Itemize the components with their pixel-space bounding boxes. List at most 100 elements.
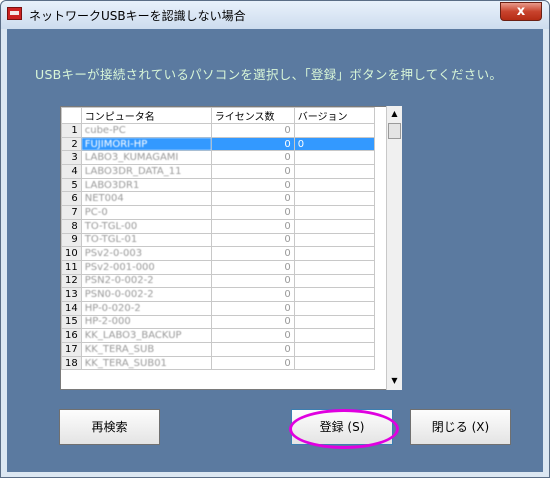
computer-name-cell[interactable]: KK_TERA_SUB [80, 342, 212, 357]
table-row[interactable]: 12 PSN2-0-002-2 0 [61, 273, 375, 289]
scroll-thumb[interactable] [388, 123, 401, 139]
table-row[interactable]: 4 LABO3DR_DATA_11 0 [61, 164, 375, 179]
license-count-cell[interactable]: 0 [210, 218, 295, 234]
close-button[interactable]: 閉じる (X) [410, 409, 511, 445]
computer-name-cell[interactable]: PC-0 [80, 205, 212, 220]
computer-name-cell[interactable]: TO-TGL-01 [80, 232, 212, 248]
computer-name-cell[interactable]: HP-2-000 [80, 314, 212, 330]
row-number[interactable]: 15 [61, 314, 82, 330]
row-number[interactable]: 3 [61, 150, 82, 166]
table-row[interactable]: 18 KK_TERA_SUB01 0 [61, 355, 375, 371]
version-cell[interactable] [293, 218, 375, 234]
version-cell[interactable] [293, 300, 375, 316]
computer-name-cell[interactable]: PSN2-0-002-2 [80, 273, 212, 289]
license-count-cell[interactable]: 0 [210, 205, 295, 220]
table-row[interactable]: 2 FUJIMORI-HP 0 0 [61, 136, 375, 152]
window-close-button[interactable]: x [500, 2, 542, 21]
table-row[interactable]: 6 NET004 0 [61, 191, 375, 207]
version-cell[interactable] [293, 273, 375, 289]
computer-name-cell[interactable]: PSN0-0-002-2 [80, 287, 212, 302]
row-number[interactable]: 11 [61, 259, 82, 275]
version-cell[interactable] [293, 205, 375, 220]
row-number[interactable]: 1 [61, 123, 82, 138]
license-count-cell[interactable]: 0 [210, 123, 295, 138]
table-row[interactable]: 9 TO-TGL-01 0 [61, 232, 375, 248]
table-row[interactable]: 3 LABO3_KUMAGAMI 0 [61, 150, 375, 166]
table-row[interactable]: 13 PSN0-0-002-2 0 [61, 287, 375, 302]
license-count-cell[interactable]: 0 [210, 232, 295, 248]
version-cell[interactable] [293, 150, 375, 166]
computer-name-cell[interactable]: PSv2-001-000 [80, 259, 212, 275]
scroll-down-arrow-icon[interactable]: ▼ [387, 373, 402, 389]
computer-name-cell[interactable]: LABO3_KUMAGAMI [80, 150, 212, 166]
computer-name-cell[interactable]: FUJIMORI-HP [80, 136, 212, 152]
license-count-cell[interactable]: 0 [210, 314, 295, 330]
computer-grid[interactable]: コンピュータ名 ライセンス数 バージョン 1 cube-PC 0 2 FUJIMORI-… [60, 106, 400, 390]
row-number[interactable]: 10 [61, 246, 82, 261]
row-number[interactable]: 9 [61, 232, 82, 248]
version-cell[interactable] [293, 246, 375, 261]
version-cell[interactable] [293, 342, 375, 357]
table-row[interactable]: 14 HP-0-020-2 0 [61, 300, 375, 316]
version-cell[interactable] [293, 191, 375, 207]
version-cell[interactable] [293, 314, 375, 330]
table-row[interactable]: 10 PSv2-0-003 0 [61, 246, 375, 261]
version-cell[interactable] [293, 355, 375, 371]
license-count-cell[interactable]: 0 [210, 164, 295, 179]
row-number[interactable]: 6 [61, 191, 82, 207]
table-row[interactable]: 11 PSv2-001-000 0 [61, 259, 375, 275]
computer-name-cell[interactable]: KK_LABO3_BACKUP [80, 328, 212, 343]
license-count-cell[interactable]: 0 [210, 355, 295, 371]
row-number[interactable]: 13 [61, 287, 82, 302]
version-cell[interactable] [293, 259, 375, 275]
row-number[interactable]: 16 [61, 328, 82, 343]
license-count-cell[interactable]: 0 [210, 300, 295, 316]
license-count-cell[interactable]: 0 [210, 191, 295, 207]
computer-name-cell[interactable]: LABO3DR_DATA_11 [80, 164, 212, 179]
license-count-cell[interactable]: 0 [210, 136, 295, 152]
column-header-version[interactable]: バージョン [293, 107, 375, 124]
computer-name-cell[interactable]: LABO3DR1 [80, 177, 212, 193]
rescan-button[interactable]: 再検索 [59, 409, 160, 445]
license-count-cell[interactable]: 0 [210, 287, 295, 302]
scroll-up-arrow-icon[interactable]: ▲ [387, 106, 402, 122]
row-number[interactable]: 17 [61, 342, 82, 357]
computer-name-cell[interactable]: cube-PC [80, 123, 212, 138]
license-count-cell[interactable]: 0 [210, 177, 295, 193]
version-cell[interactable] [293, 164, 375, 179]
row-number[interactable]: 2 [61, 136, 82, 152]
version-cell[interactable] [293, 328, 375, 343]
table-row[interactable]: 15 HP-2-000 0 [61, 314, 375, 330]
column-header-computer-name[interactable]: コンピュータ名 [80, 107, 212, 124]
grid-scrollbar[interactable]: ▲ ▼ [386, 106, 402, 390]
row-number[interactable]: 18 [61, 355, 82, 371]
row-number[interactable]: 5 [61, 177, 82, 193]
register-button[interactable]: 登録 (S) [291, 409, 393, 445]
version-cell[interactable]: 0 [293, 136, 375, 152]
license-count-cell[interactable]: 0 [210, 328, 295, 343]
version-cell[interactable] [293, 123, 375, 138]
license-count-cell[interactable]: 0 [210, 259, 295, 275]
row-number[interactable]: 8 [61, 218, 82, 234]
computer-name-cell[interactable]: TO-TGL-00 [80, 218, 212, 234]
table-row[interactable]: 5 LABO3DR1 0 [61, 177, 375, 193]
table-row[interactable]: 16 KK_LABO3_BACKUP 0 [61, 328, 375, 343]
version-cell[interactable] [293, 177, 375, 193]
license-count-cell[interactable]: 0 [210, 150, 295, 166]
license-count-cell[interactable]: 0 [210, 342, 295, 357]
table-row[interactable]: 1 cube-PC 0 [61, 123, 375, 138]
row-number[interactable]: 14 [61, 300, 82, 316]
computer-name-cell[interactable]: NET004 [80, 191, 212, 207]
column-header-license-count[interactable]: ライセンス数 [210, 107, 295, 124]
computer-name-cell[interactable]: PSv2-0-003 [80, 246, 212, 261]
license-count-cell[interactable]: 0 [210, 246, 295, 261]
table-row[interactable]: 8 TO-TGL-00 0 [61, 218, 375, 234]
row-number[interactable]: 12 [61, 273, 82, 289]
row-number[interactable]: 7 [61, 205, 82, 220]
version-cell[interactable] [293, 287, 375, 302]
license-count-cell[interactable]: 0 [210, 273, 295, 289]
computer-name-cell[interactable]: KK_TERA_SUB01 [80, 355, 212, 371]
table-row[interactable]: 17 KK_TERA_SUB 0 [61, 342, 375, 357]
computer-name-cell[interactable]: HP-0-020-2 [80, 300, 212, 316]
version-cell[interactable] [293, 232, 375, 248]
